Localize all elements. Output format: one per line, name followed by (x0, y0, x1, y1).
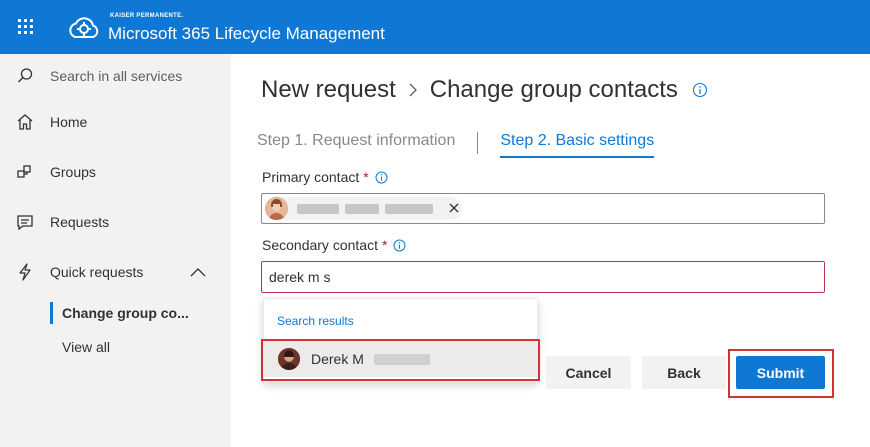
avatar (278, 348, 300, 370)
breadcrumb: New request Change group contacts (261, 76, 708, 104)
groups-icon (17, 165, 31, 178)
info-icon[interactable] (375, 171, 388, 184)
app-title[interactable]: Microsoft 365 Lifecycle Management (108, 24, 385, 44)
secondary-contact-field[interactable] (261, 261, 825, 293)
search-label: Search in all services (50, 68, 183, 84)
suggestions-dropdown: Search results Derek M (263, 298, 538, 382)
primary-contact-picker[interactable] (261, 193, 825, 224)
sidebar-item-label: Groups (50, 164, 96, 180)
sidebar-item-groups[interactable]: Groups (0, 158, 231, 186)
lifecycle-logo-icon (69, 17, 99, 38)
redacted-name (374, 354, 430, 365)
page-title: Change group contacts (429, 76, 678, 103)
back-button[interactable]: Back (642, 356, 726, 389)
required-mark: * (381, 237, 388, 253)
suggestion-name: Derek M (311, 351, 364, 367)
redacted-name (385, 204, 433, 214)
secondary-contact-label-text: Secondary contact (262, 237, 378, 253)
sidebar-item-label: Requests (50, 214, 110, 230)
active-indicator (50, 302, 53, 324)
sidebar-item-quick-requests[interactable]: Quick requests (0, 258, 231, 286)
requests-icon (17, 215, 33, 231)
sidebar-item-label: Home (50, 114, 88, 130)
secondary-contact-label: Secondary contact * (262, 237, 406, 253)
suggestion-item[interactable]: Derek M (264, 341, 537, 377)
sidebar: Search in all services Home Groups Reque… (0, 54, 231, 447)
redacted-name (297, 204, 339, 214)
step-tabs: Step 1. Request information Step 2. Basi… (257, 132, 655, 158)
info-icon[interactable] (393, 239, 406, 252)
cancel-button[interactable]: Cancel (546, 356, 631, 389)
sidebar-item-requests[interactable]: Requests (0, 208, 231, 236)
submit-button[interactable]: Submit (736, 356, 825, 389)
sidebar-search[interactable]: Search in all services (0, 62, 231, 90)
top-bar: KAISER PERMANENTE. Microsoft 365 Lifecyc… (0, 0, 870, 54)
chevron-right-icon (409, 83, 417, 97)
tab-step-1[interactable]: Step 1. Request information (257, 132, 455, 150)
sidebar-item-home[interactable]: Home (0, 108, 231, 136)
app-launcher-icon[interactable] (18, 19, 34, 35)
main-content: New request Change group contacts Step 1… (231, 54, 870, 447)
avatar (265, 197, 288, 220)
secondary-contact-input[interactable] (269, 268, 809, 286)
breadcrumb-item-new-request[interactable]: New request (261, 76, 396, 104)
close-icon[interactable] (448, 202, 460, 214)
search-icon (18, 68, 33, 83)
chevron-up-icon[interactable] (189, 266, 207, 278)
required-mark: * (363, 169, 369, 185)
brand-label: KAISER PERMANENTE. (110, 13, 184, 19)
primary-contact-label-text: Primary contact (262, 169, 360, 185)
sidebar-subitem-view-all[interactable]: View all (62, 336, 110, 358)
primary-contact-label: Primary contact * (262, 169, 388, 185)
redacted-name (345, 204, 379, 214)
info-icon[interactable] (692, 82, 708, 98)
suggestions-header: Search results (277, 314, 354, 328)
tab-step-2[interactable]: Step 2. Basic settings (500, 132, 655, 158)
sidebar-subitem-change-group-contacts[interactable]: Change group co... (62, 302, 189, 324)
home-icon (17, 114, 33, 130)
sidebar-item-label: Quick requests (50, 264, 144, 280)
lightning-icon (19, 263, 31, 281)
step-divider (477, 132, 479, 154)
selected-persona[interactable] (265, 197, 462, 220)
